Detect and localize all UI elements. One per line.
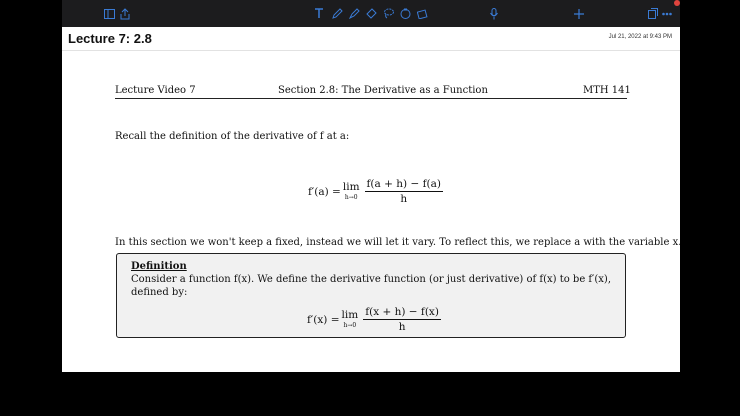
lim-subscript: h→0 xyxy=(344,193,358,201)
sidebar-icon[interactable] xyxy=(102,0,116,27)
derivative-formula-x: f′(x) = lim h→0 f(x + h) − f(x) h xyxy=(307,306,441,333)
limit: lim h→0 xyxy=(342,310,359,329)
lim-label: lim xyxy=(341,309,359,322)
formula-lhs: f′(x) = xyxy=(307,313,340,326)
section-text: In this section we won't keep a fixed, i… xyxy=(115,237,680,248)
image-icon[interactable] xyxy=(415,0,429,27)
add-icon[interactable] xyxy=(572,0,586,27)
more-icon[interactable] xyxy=(660,0,674,27)
microphone-icon[interactable] xyxy=(487,0,501,27)
recall-text: Recall the definition of the derivative … xyxy=(115,131,350,142)
definition-text: Consider a function f(x). We define the … xyxy=(131,274,612,298)
definition-heading: Definition xyxy=(131,261,187,272)
highlighter-icon[interactable] xyxy=(347,0,361,27)
pages-icon[interactable] xyxy=(646,0,660,27)
derivative-formula-a: f′(a) = lim h→0 f(a + h) − f(a) h xyxy=(308,178,443,205)
pen-icon[interactable] xyxy=(330,0,344,27)
shapes-icon[interactable] xyxy=(398,0,412,27)
header-rule xyxy=(115,98,627,99)
numerator: f(a + h) − f(a) xyxy=(364,178,443,192)
header-right: MTH 141 xyxy=(583,85,631,96)
share-icon[interactable] xyxy=(118,0,132,27)
document-title-bar: Lecture 7: 2.8 Jul 21, 2022 at 9:43 PM xyxy=(62,27,680,51)
denominator: h xyxy=(400,193,408,205)
lasso-icon[interactable] xyxy=(381,0,395,27)
formula-lhs: f′(a) = xyxy=(308,185,341,198)
window-indicator-icon xyxy=(674,0,680,6)
definition-box: Definition Consider a function f(x). We … xyxy=(116,253,626,338)
difference-quotient: f(a + h) − f(a) h xyxy=(364,178,443,205)
limit: lim h→0 xyxy=(343,182,360,201)
lim-subscript: h→0 xyxy=(343,321,357,329)
text-tool-icon[interactable] xyxy=(312,0,326,27)
eraser-icon[interactable] xyxy=(364,0,378,27)
numerator: f(x + h) − f(x) xyxy=(363,306,441,320)
difference-quotient: f(x + h) − f(x) h xyxy=(363,306,441,333)
document-title[interactable]: Lecture 7: 2.8 xyxy=(68,31,152,46)
document-date: Jul 21, 2022 at 9:43 PM xyxy=(608,34,672,40)
document-page: Lecture 7: 2.8 Jul 21, 2022 at 9:43 PM L… xyxy=(62,27,680,372)
lim-label: lim xyxy=(342,181,360,194)
header-center: Section 2.8: The Derivative as a Functio… xyxy=(278,85,488,96)
header-left: Lecture Video 7 xyxy=(115,85,196,96)
denominator: h xyxy=(398,321,406,333)
top-toolbar xyxy=(62,0,680,27)
